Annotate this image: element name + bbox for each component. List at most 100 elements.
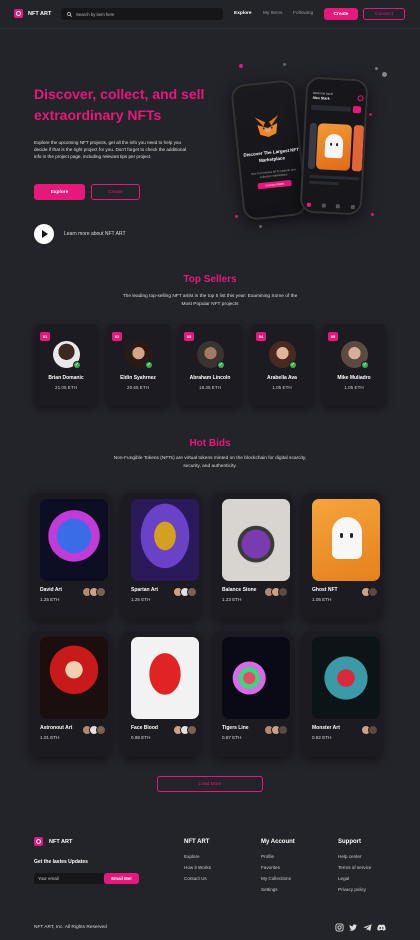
nft-image-spartan	[131, 499, 199, 581]
seller-card[interactable]: 05 ✓ Mike Muliadro 1.05 ETH	[322, 324, 386, 406]
footer-link[interactable]: Explore	[184, 854, 200, 859]
search-bar[interactable]: Search by item here	[61, 8, 223, 20]
hot-bids-title: Hot Bids	[189, 438, 231, 449]
seller-price: 20.65 ETH	[127, 385, 149, 390]
logo-icon	[14, 9, 23, 18]
footer-col-title: NFT ART	[184, 839, 210, 845]
phone-filter-icon	[352, 105, 362, 114]
bidder-avatar	[96, 587, 106, 597]
metamask-fox-icon	[254, 114, 279, 137]
phone-mockup-right: Welcome back! Alex Stark	[299, 76, 369, 216]
top-sellers-subtitle: The leading top-selling NFT artist in th…	[122, 294, 298, 308]
hero-create-button[interactable]: Create	[91, 184, 140, 200]
create-button[interactable]: Create	[324, 8, 358, 20]
bid-card[interactable]: David Art 1.25 ETH	[30, 493, 110, 619]
seller-name: Mike Muliadro	[337, 375, 371, 381]
bid-card[interactable]: Astronout Art 1.01 ETH	[30, 631, 110, 757]
nft-name: Monster Art	[312, 725, 340, 731]
twitter-icon[interactable]	[348, 922, 358, 932]
footer-link[interactable]: Legal	[338, 876, 349, 881]
load-more-button[interactable]: Load More	[157, 776, 263, 792]
footer-link[interactable]: Settings	[261, 887, 278, 892]
nft-name: Tigers Line	[222, 725, 249, 731]
decor-dot	[235, 215, 238, 218]
nft-name: Astronout Art	[40, 725, 73, 731]
nft-name: Face Blood	[131, 725, 158, 731]
bid-card[interactable]: Balance Stone 1.23 ETH	[212, 493, 292, 619]
nav-my-items[interactable]: My Items	[263, 11, 282, 16]
bid-card[interactable]: Ghost NFT 1.05 ETH	[302, 493, 382, 619]
nft-name: Ghost NFT	[312, 587, 338, 593]
nft-price: 1.05 ETH	[312, 597, 332, 602]
bidder-avatar	[278, 587, 288, 597]
telegram-icon[interactable]	[362, 922, 372, 932]
nft-image-monster	[312, 637, 380, 719]
top-sellers-title: Top Sellers	[183, 274, 237, 285]
discord-icon[interactable]	[376, 922, 386, 932]
footer-link[interactable]: How it Works	[184, 865, 211, 870]
verified-icon: ✓	[73, 361, 81, 369]
footer-link[interactable]: Help center	[338, 854, 362, 859]
nft-price: 0.82 ETH	[312, 735, 332, 740]
phone-right-name: Alex Stark	[312, 95, 330, 101]
seller-price: 1.05 ETH	[344, 385, 364, 390]
play-icon[interactable]	[34, 224, 54, 244]
footer-brand[interactable]: NFT ART	[34, 837, 72, 846]
learn-more-link[interactable]: Learn more about NFT ART	[64, 231, 126, 237]
bid-card[interactable]: Face Blood 0.98 ETH	[121, 631, 201, 757]
phone-ghost-card	[315, 123, 353, 171]
nft-image-balance-stone	[222, 499, 290, 581]
seller-rank: 03	[184, 332, 194, 341]
seller-card[interactable]: 04 ✓ Arabella Ava 1.05 ETH	[250, 324, 314, 406]
nft-price: 0.87 ETH	[222, 735, 242, 740]
footer-link[interactable]: Terms of service	[338, 865, 371, 870]
nav-explore[interactable]: Explore	[234, 11, 252, 16]
footer-col-title: My Account	[261, 839, 295, 845]
verified-icon: ✓	[361, 361, 369, 369]
footer-link[interactable]: My Collections	[261, 876, 291, 881]
bidder-avatar	[368, 587, 378, 597]
copyright: NFT ART, Inc. All Rights Reserved	[34, 925, 107, 930]
explore-button[interactable]: Explore	[34, 184, 85, 200]
bidder-avatar	[278, 725, 288, 735]
verified-icon: ✓	[217, 361, 225, 369]
seller-rank: 01	[40, 332, 50, 341]
nft-image-ghost	[312, 499, 380, 581]
brand-logo[interactable]: NFT ART	[14, 9, 51, 18]
decor-dot	[239, 64, 243, 68]
footer-link[interactable]: Contact Us	[184, 876, 207, 881]
search-input[interactable]: Search by item here	[76, 12, 114, 17]
search-icon	[67, 11, 72, 17]
seller-card[interactable]: 03 ✓ Abraham Lincoln 18.35 ETH	[178, 324, 242, 406]
phone-card-next	[351, 125, 365, 172]
nav-following[interactable]: Following	[293, 11, 313, 16]
bidder-avatar	[187, 587, 197, 597]
seller-card[interactable]: 02 ✓ Eldin Syahrnez 20.65 ETH	[106, 324, 170, 406]
bid-card[interactable]: Tigers Line 0.87 ETH	[212, 631, 292, 757]
footer-link[interactable]: Favorites	[261, 865, 280, 870]
phone-mockup-left: Discover The Largest NFT Marketplace You…	[230, 79, 308, 221]
instagram-icon[interactable]	[334, 922, 344, 932]
bid-card[interactable]: Monster Art 0.82 ETH	[302, 631, 382, 757]
decor-dot	[283, 63, 286, 66]
nft-price: 1.23 ETH	[222, 597, 242, 602]
seller-card[interactable]: 01 ✓ Brian Domanic 21.05 ETH	[34, 324, 98, 406]
verified-icon: ✓	[145, 361, 153, 369]
bid-card[interactable]: Spartan Art 1.25 ETH	[121, 493, 201, 619]
footer-link[interactable]: Profile	[261, 854, 274, 859]
seller-price: 18.35 ETH	[199, 385, 221, 390]
email-input[interactable]: Your email	[34, 873, 104, 884]
seller-price: 21.05 ETH	[55, 385, 77, 390]
email-me-button[interactable]: Email Me!	[104, 873, 139, 884]
bidder-avatar	[368, 725, 378, 735]
seller-name: Abraham Lincoln	[189, 375, 231, 381]
nft-name: David Art	[40, 587, 63, 593]
footer-link[interactable]: Privacy policy	[338, 887, 366, 892]
seller-name: Eldin Syahrnez	[120, 375, 156, 381]
seller-name: Arabella Ava	[267, 375, 297, 381]
footer-brand-name: NFT ART	[49, 838, 73, 845]
seller-rank: 04	[256, 332, 266, 341]
connect-button[interactable]: Connect	[363, 8, 405, 20]
decor-dot	[369, 113, 372, 116]
nft-price: 0.98 ETH	[131, 735, 151, 740]
